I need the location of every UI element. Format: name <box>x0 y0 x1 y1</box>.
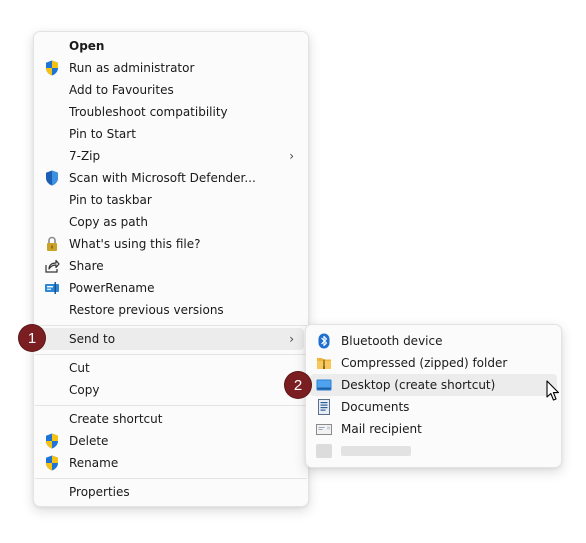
menu-item-pin-to-start[interactable]: Pin to Start <box>38 123 304 145</box>
uac-shield-icon <box>44 455 60 471</box>
chevron-right-icon: › <box>289 332 294 346</box>
menu-item-label: What's using this file? <box>69 237 201 251</box>
menu-item-delete[interactable]: Delete <box>38 430 304 452</box>
menu-item-powerrename[interactable]: PowerRename <box>38 277 304 299</box>
menu-separator <box>35 325 307 326</box>
menu-item-whats-using-this-file[interactable]: What's using this file? <box>38 233 304 255</box>
menu-item-7zip[interactable]: 7-Zip › <box>38 145 304 167</box>
menu-item-scan-defender[interactable]: Scan with Microsoft Defender... <box>38 167 304 189</box>
menu-item-restore-previous-versions[interactable]: Restore previous versions <box>38 299 304 321</box>
menu-item-label: Properties <box>69 485 130 499</box>
menu-item-label: 7-Zip <box>69 149 101 163</box>
padlock-icon <box>44 236 60 252</box>
menu-separator <box>35 354 307 355</box>
send-to-bluetooth-device[interactable]: Bluetooth device <box>310 330 557 352</box>
menu-item-label: Rename <box>69 456 119 470</box>
mail-icon <box>316 421 332 437</box>
send-to-mail-recipient[interactable]: Mail recipient <box>310 418 557 440</box>
menu-item-label: Share <box>69 259 104 273</box>
menu-separator <box>35 405 307 406</box>
callout-badge-2: 2 <box>285 372 311 398</box>
blurred-icon <box>316 444 332 458</box>
uac-shield-icon <box>44 433 60 449</box>
send-to-documents[interactable]: Documents <box>310 396 557 418</box>
send-to-redacted-item[interactable] <box>310 440 557 462</box>
menu-item-label: Open <box>69 39 105 53</box>
menu-item-label: Send to <box>69 332 116 346</box>
menu-item-label: PowerRename <box>69 281 155 295</box>
callout-badge-1: 1 <box>19 325 45 351</box>
menu-item-copy[interactable]: Copy <box>38 379 304 401</box>
menu-item-label: Add to Favourites <box>69 83 174 97</box>
menu-item-label: Run as administrator <box>69 61 195 75</box>
documents-icon <box>316 399 332 415</box>
powerrename-icon <box>44 280 60 296</box>
chevron-right-icon: › <box>289 149 294 163</box>
menu-item-troubleshoot-compatibility[interactable]: Troubleshoot compatibility <box>38 101 304 123</box>
menu-item-properties[interactable]: Properties <box>38 481 304 503</box>
menu-item-label: Scan with Microsoft Defender... <box>69 171 256 185</box>
menu-item-open[interactable]: Open <box>38 35 304 57</box>
menu-item-copy-as-path[interactable]: Copy as path <box>38 211 304 233</box>
uac-shield-icon <box>44 60 60 76</box>
menu-separator <box>35 478 307 479</box>
menu-item-label: Troubleshoot compatibility <box>69 105 228 119</box>
menu-item-create-shortcut[interactable]: Create shortcut <box>38 408 304 430</box>
bluetooth-icon <box>316 333 332 349</box>
menu-item-add-to-favourites[interactable]: Add to Favourites <box>38 79 304 101</box>
defender-shield-icon <box>44 170 60 186</box>
submenu-item-label: Documents <box>341 400 410 414</box>
submenu-item-label: Bluetooth device <box>341 334 443 348</box>
menu-item-label: Copy as path <box>69 215 148 229</box>
send-to-desktop-shortcut[interactable]: Desktop (create shortcut) <box>310 374 557 396</box>
menu-item-label: Copy <box>69 383 100 397</box>
menu-item-label: Create shortcut <box>69 412 163 426</box>
zip-folder-icon <box>316 355 332 371</box>
menu-item-send-to[interactable]: Send to › <box>38 328 304 350</box>
blurred-label <box>341 446 411 456</box>
menu-item-run-as-administrator[interactable]: Run as administrator <box>38 57 304 79</box>
desktop-icon <box>316 377 332 393</box>
submenu-item-label: Desktop (create shortcut) <box>341 378 496 392</box>
share-icon <box>44 258 60 274</box>
menu-item-cut[interactable]: Cut <box>38 357 304 379</box>
menu-item-label: Delete <box>69 434 109 448</box>
menu-item-pin-to-taskbar[interactable]: Pin to taskbar <box>38 189 304 211</box>
submenu-item-label: Mail recipient <box>341 422 422 436</box>
send-to-compressed-folder[interactable]: Compressed (zipped) folder <box>310 352 557 374</box>
submenu-item-label: Compressed (zipped) folder <box>341 356 508 370</box>
context-menu: Open Run as administrator Add to Favouri… <box>33 31 309 507</box>
menu-item-label: Pin to taskbar <box>69 193 152 207</box>
menu-item-share[interactable]: Share <box>38 255 304 277</box>
menu-item-label: Cut <box>69 361 90 375</box>
send-to-submenu: Bluetooth device Compressed (zipped) fol… <box>305 324 562 468</box>
mouse-pointer-icon <box>546 380 560 405</box>
menu-item-label: Pin to Start <box>69 127 136 141</box>
menu-item-label: Restore previous versions <box>69 303 224 317</box>
menu-item-rename[interactable]: Rename <box>38 452 304 474</box>
